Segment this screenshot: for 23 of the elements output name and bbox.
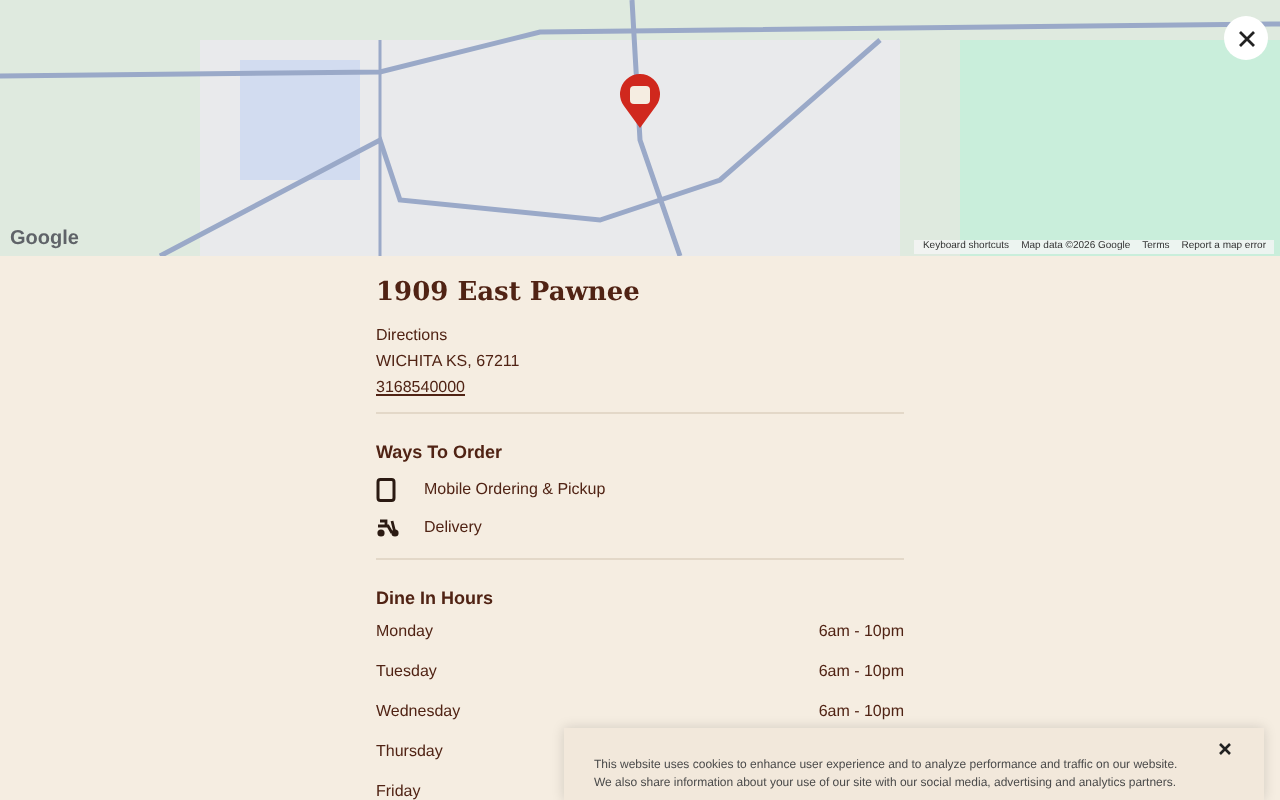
day-label: Monday xyxy=(376,620,433,644)
map-logo: Google xyxy=(10,226,79,254)
order-option[interactable]: Mobile Ordering & Pickup xyxy=(424,478,606,502)
day-label: Friday xyxy=(376,780,421,800)
day-label: Thursday xyxy=(376,740,443,764)
hours-label: 6am - 10pm xyxy=(818,620,904,644)
store-name: 1909 East Pawnee xyxy=(376,278,642,310)
section-title: Ways To Order xyxy=(376,440,505,464)
restaurant-pin-icon xyxy=(618,74,662,130)
hours-label: 6am - 10pm xyxy=(818,660,904,684)
order-option[interactable]: Delivery xyxy=(424,516,482,540)
day-label: Wednesday xyxy=(376,700,461,724)
section-title: Dine In Hours xyxy=(376,586,496,610)
store-address: WICHITA KS, 67211 xyxy=(376,350,522,374)
close-icon xyxy=(1217,741,1231,755)
scooter-icon xyxy=(376,518,400,538)
directions-link[interactable]: Directions xyxy=(376,324,904,348)
close-icon xyxy=(1237,29,1255,47)
day-label: Tuesday xyxy=(376,660,437,684)
phone-link[interactable]: 3168540000 xyxy=(376,376,465,400)
close-button[interactable] xyxy=(1214,738,1234,758)
hours-label: 6am - 10pm xyxy=(818,700,904,724)
phone-icon xyxy=(376,478,396,502)
